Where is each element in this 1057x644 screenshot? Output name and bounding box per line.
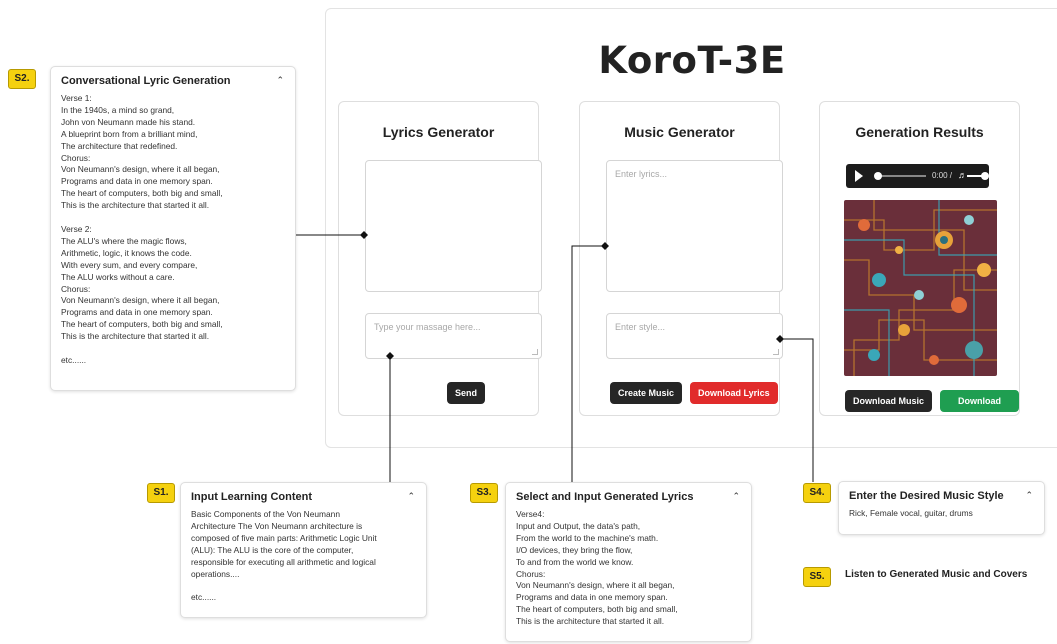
step-badge-s1: S1.	[147, 483, 175, 503]
chevron-up-icon[interactable]: ⌃	[407, 491, 415, 502]
annotation-s2-body: Verse 1: In the 1940s, a mind so grand, …	[61, 93, 223, 365]
connector-dot	[601, 242, 609, 250]
connector-s4	[780, 338, 814, 482]
annotation-s2-title: Conversational Lyric Generation	[61, 75, 231, 87]
annotation-s1: Input Learning Content ⌃ Basic Component…	[180, 482, 427, 618]
annotation-s2: Conversational Lyric Generation ⌃ Verse …	[50, 66, 296, 391]
chevron-up-icon[interactable]: ⌃	[732, 491, 740, 502]
connector-dot	[360, 231, 368, 239]
annotation-s1-title: Input Learning Content	[191, 491, 312, 503]
annotation-s4-body: Rick, Female vocal, guitar, drums	[849, 508, 973, 518]
annotation-s5-title: Listen to Generated Music and Covers	[845, 569, 1028, 580]
annotation-s4-title: Enter the Desired Music Style	[849, 490, 1004, 502]
chevron-up-icon[interactable]: ⌃	[1025, 490, 1033, 501]
chevron-up-icon[interactable]: ⌃	[276, 75, 284, 86]
annotation-s3-title: Select and Input Generated Lyrics	[516, 491, 694, 503]
annotation-s3-body: Verse4: Input and Output, the data's pat…	[516, 509, 678, 627]
step-badge-s3: S3.	[470, 483, 498, 503]
connector-dot	[776, 335, 784, 343]
annotation-s1-body: Basic Components of the Von Neumann Arch…	[191, 509, 377, 603]
annotation-s3: Select and Input Generated Lyrics ⌃ Vers…	[505, 482, 752, 642]
step-badge-s4: S4.	[803, 483, 831, 503]
connector-s3	[571, 245, 605, 482]
annotation-s4: Enter the Desired Music Style ⌃ Rick, Fe…	[838, 481, 1045, 535]
step-badge-s5: S5.	[803, 567, 831, 587]
step-badge-s2: S2.	[8, 69, 36, 89]
connector-dot	[386, 352, 394, 360]
